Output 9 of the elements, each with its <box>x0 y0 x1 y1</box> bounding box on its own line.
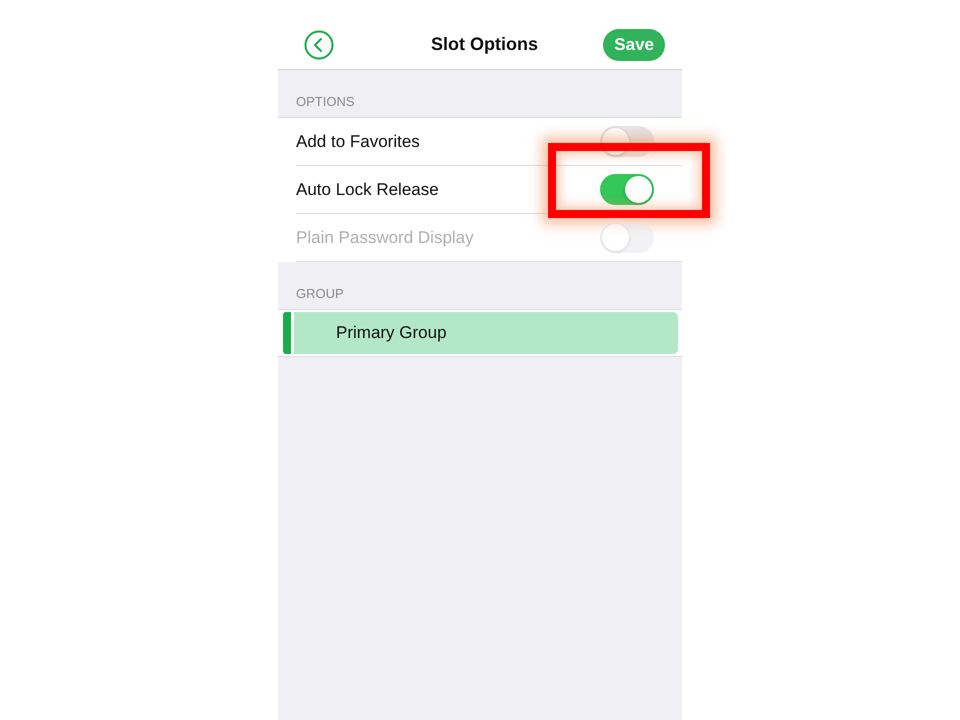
section-heading: OPTIONS <box>296 94 355 109</box>
section-heading: GROUP <box>296 286 344 301</box>
group-item[interactable]: Primary Group <box>294 312 678 354</box>
option-label: Auto Lock Release <box>296 180 439 200</box>
option-label: Plain Password Display <box>296 228 474 248</box>
back-icon[interactable] <box>304 30 334 60</box>
toggle-switch[interactable] <box>600 174 654 205</box>
screen-title: Slot Options <box>431 34 538 55</box>
option-label: Add to Favorites <box>296 132 420 152</box>
